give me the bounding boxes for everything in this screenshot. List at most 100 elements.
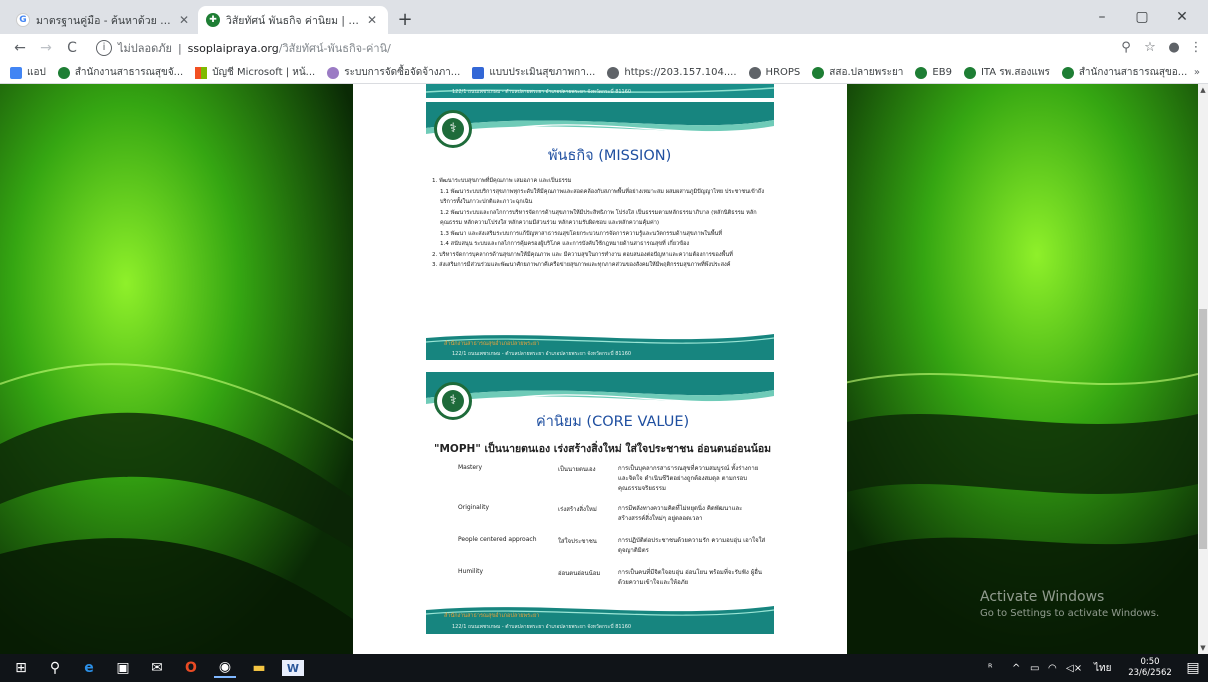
star-icon[interactable]: ☆: [1140, 38, 1160, 58]
clock-date: 23/6/2562: [1128, 668, 1172, 678]
core-value-slide: ⚕ ค่านิยม (CORE VALUE) "MOPH" เป็นนายตนเ…: [426, 372, 774, 634]
windows-start-icon[interactable]: ⊞: [10, 658, 32, 678]
value-english: People centered approach: [458, 536, 537, 543]
value-thai: ใส่ใจประชาชน: [558, 538, 597, 545]
browser-toolbar: ← → C i ไม่ปลอดภัย | ssoplaipraya.org /ว…: [0, 34, 1208, 62]
search-icon[interactable]: ⚲: [44, 658, 66, 678]
mission-item: 1. พัฒนาระบบสุขภาพที่มีคุณภาพ เสมอภาค แล…: [432, 178, 572, 184]
bookmark-item[interactable]: สสอ.ปลายพระยา: [812, 65, 903, 80]
mission-footer-text: 122/1 ถนนเพชรเกษม - ตำบลปลายพระยา อำเภอป…: [452, 351, 632, 357]
value-english: Mastery: [458, 464, 483, 471]
bookmark-label: แบบประเมินสุขภาพกา...: [489, 67, 596, 78]
mission-title: พันธกิจ (MISSION): [548, 148, 672, 164]
clock-time: 0:50: [1140, 657, 1160, 667]
bookmark-apps[interactable]: แอป: [10, 65, 46, 80]
address-separator: |: [177, 41, 182, 55]
back-button[interactable]: ←: [10, 38, 30, 58]
bookmark-label: สสอ.ปลายพระยา: [829, 67, 904, 78]
battery-icon[interactable]: ▭: [1030, 654, 1039, 682]
value-description: การเป็นคนที่มีจิตใจอบอุ่น อ่อนโยน พร้อมท…: [618, 569, 762, 586]
action-center-icon[interactable]: ▤: [1182, 658, 1204, 678]
bookmark-label: สำนักงานสาธารณสุขจั...: [74, 67, 184, 78]
bookmark-item[interactable]: สำนักงานสาธารณสุขจั...: [57, 65, 184, 80]
chrome-icon[interactable]: ◉: [214, 658, 236, 678]
page-scrollbar[interactable]: ▲ ▼: [1198, 84, 1208, 654]
value-description: การปฏิบัติต่อประชาชนด้วยความรัก ความอบอุ…: [618, 537, 766, 554]
bookmark-label: แอป: [27, 67, 46, 78]
bookmarks-bar: แอป สำนักงานสาธารณสุขจั... บัญชี Microso…: [0, 62, 1208, 84]
moph-emblem-icon: ⚕: [434, 110, 472, 148]
mission-item: 1.3 พัฒนา และส่งเสริมระบบการแก้ปัญหาสาธา…: [440, 230, 723, 237]
office-icon[interactable]: O: [180, 658, 202, 678]
form-icon: [472, 66, 485, 79]
tab-title: มาตรฐานคู่มือ - ค้นหาด้วย Google: [36, 14, 176, 27]
watermark-title: Activate Windows: [980, 589, 1105, 605]
system-clock[interactable]: 0:50 23/6/2562: [1128, 657, 1172, 679]
bookmark-label: บัญชี Microsoft | หน้...: [212, 67, 316, 78]
mail-icon[interactable]: ✉: [146, 658, 168, 678]
mission-body: 1. พัฒนาระบบสุขภาพที่มีคุณภาพ เสมอภาค แล…: [432, 176, 770, 271]
bookmark-item[interactable]: บัญชี Microsoft | หน้...: [195, 65, 315, 80]
mission-item: 3. ส่งเสริมการมีส่วนร่วมและพัฒนาศักยภาพภ…: [432, 262, 731, 268]
mission-wave-banner: [426, 102, 774, 146]
wifi-icon[interactable]: ◠: [1048, 654, 1057, 682]
info-icon[interactable]: i: [96, 40, 112, 56]
reload-button[interactable]: C: [62, 38, 82, 58]
mission-footer-accent: สำนักงานสาธารณสุขอำเภอปลายพระยา: [444, 341, 540, 347]
scroll-thumb[interactable]: [1199, 309, 1207, 549]
new-tab-button[interactable]: +: [394, 9, 416, 31]
mission-item: 2. บริหารจัดการบุคลากรด้านสุขภาพให้มีคุณ…: [432, 251, 733, 258]
address-bar[interactable]: i ไม่ปลอดภัย | ssoplaipraya.org /วิสัยทั…: [96, 37, 1096, 59]
show-hidden-icons[interactable]: ^: [1012, 654, 1020, 682]
apps-icon: [10, 66, 22, 79]
bookmark-item[interactable]: ITA รพ.สองแพร: [963, 65, 1050, 80]
value-description: การเป็นบุคลากรสาธารณสุขที่ความสมบูรณ์ ทั…: [618, 465, 759, 492]
edge-icon[interactable]: e: [78, 658, 100, 678]
scroll-up-arrow-icon[interactable]: ▲: [1198, 84, 1208, 96]
core-value-footer-text: 122/1 ถนนเพชรเกษม - ตำบลปลายพระยา อำเภอป…: [452, 624, 632, 630]
value-thai: เร่งสร้างสิ่งใหม่: [558, 506, 597, 513]
url-host: ssoplaipraya.org: [187, 41, 279, 55]
procurement-icon: [327, 66, 340, 79]
maximize-button[interactable]: ▢: [1122, 4, 1162, 30]
moph-icon: [963, 66, 976, 79]
bookmark-item[interactable]: https://203.157.104....: [607, 66, 737, 79]
input-language[interactable]: ไทย: [1094, 654, 1111, 682]
moph-icon: [812, 66, 825, 79]
close-tab-icon[interactable]: ✕: [364, 13, 380, 27]
forward-button[interactable]: →: [36, 38, 56, 58]
store-icon[interactable]: ▣: [112, 658, 134, 678]
profile-icon[interactable]: ●: [1164, 38, 1184, 58]
bookmark-item[interactable]: HROPS: [748, 66, 800, 79]
bookmark-item[interactable]: สำนักงานสาธารณสุขอ...: [1061, 65, 1187, 80]
people-icon[interactable]: ᴿ: [988, 654, 992, 682]
mission-slide: 122/1 ถนนเพชรเกษม - ตำบลปลายพระยา อำเภอป…: [426, 84, 774, 360]
mission-item: 1.2 พัฒนาระบบและกลไกการบริหารจัดการด้านส…: [440, 209, 757, 227]
tab-vision-mission[interactable]: ✚ วิสัยทัศน์ พันธกิจ ค่านิยม | สำนักงานส…: [198, 6, 388, 34]
file-explorer-icon[interactable]: ▬: [248, 658, 270, 678]
bookmark-item[interactable]: แบบประเมินสุขภาพกา...: [472, 65, 595, 80]
value-description: การมีพลังทางความคิดที่ไม่หยุดนิ่ง คิดพัฒ…: [618, 505, 743, 522]
minimize-button[interactable]: –: [1082, 4, 1122, 30]
menu-icon[interactable]: ⋮: [1186, 38, 1206, 58]
value-thai: เป็นนายตนเอง: [558, 466, 596, 473]
page-article: 122/1 ถนนเพชรเกษม - ตำบลปลายพระยา อำเภอป…: [353, 84, 847, 654]
bookmark-label: https://203.157.104....: [624, 67, 737, 78]
globe-icon: [607, 66, 620, 79]
bookmark-item[interactable]: EB9: [915, 66, 952, 79]
word-icon[interactable]: W: [282, 660, 304, 676]
volume-icon[interactable]: ◁×: [1066, 654, 1082, 682]
bookmarks-overflow-button[interactable]: »: [1194, 62, 1200, 84]
scroll-down-arrow-icon[interactable]: ▼: [1198, 642, 1208, 654]
bookmark-item[interactable]: ระบบการจัดซื้อจัดจ้างภา...: [327, 65, 460, 80]
tab-google-search[interactable]: G มาตรฐานคู่มือ - ค้นหาด้วย Google ✕: [8, 6, 200, 34]
bookmark-label: ระบบการจัดซื้อจัดจ้างภา...: [344, 67, 461, 78]
mission-item: 1.1 พัฒนาระบบบริการสุขภาพทุกระดับให้มีคุ…: [440, 188, 765, 206]
zoom-icon[interactable]: ⚲: [1116, 38, 1136, 58]
close-window-button[interactable]: ✕: [1162, 4, 1202, 30]
mission-header-strip: 122/1 ถนนเพชรเกษม - ตำบลปลายพระยา อำเภอป…: [452, 89, 632, 95]
microsoft-icon: [195, 66, 208, 79]
close-tab-icon[interactable]: ✕: [176, 13, 192, 27]
tab-strip: G มาตรฐานคู่มือ - ค้นหาด้วย Google ✕ ✚ ว…: [0, 0, 1208, 34]
google-icon: G: [16, 13, 30, 27]
